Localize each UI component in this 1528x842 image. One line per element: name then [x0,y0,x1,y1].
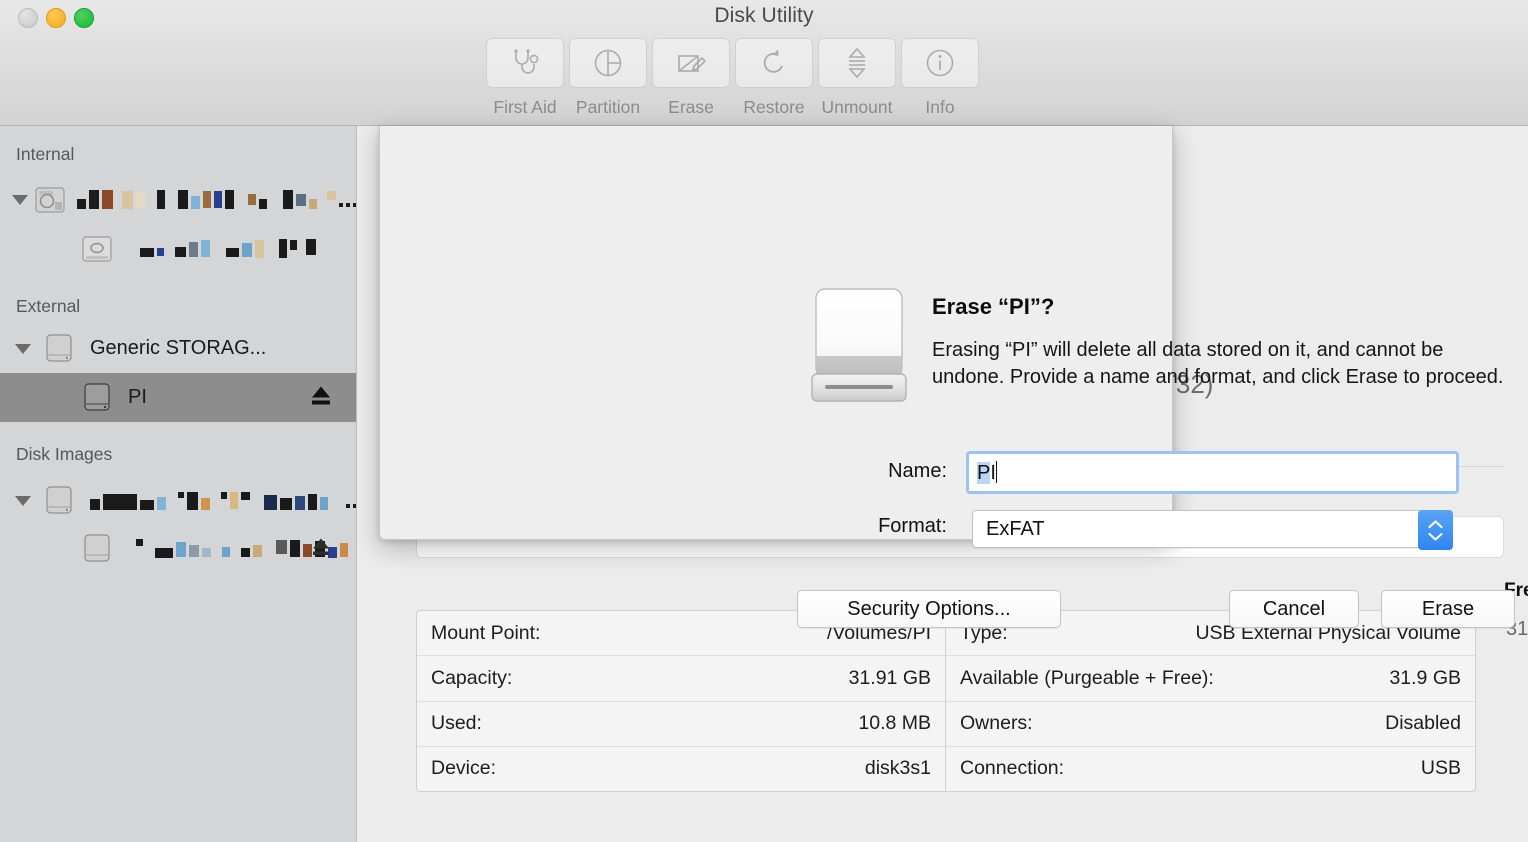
redacted-label [77,187,356,213]
toolbar-erase-label: Erase [668,97,714,117]
info-value: 31.91 GB [848,666,931,689]
stethoscope-icon [486,38,564,88]
chevron-down-icon[interactable] [8,194,33,205]
table-row: Device: disk3s1 [417,747,945,791]
dialog-title: Erase “PI”? [932,294,1055,319]
sidebar-section-external-header: External [16,296,81,316]
eject-icon[interactable] [309,535,333,562]
sidebar-item-internal-disk[interactable] [0,175,356,224]
info-value: disk3s1 [864,757,931,780]
pie-chart-icon [569,38,647,88]
erase-pencil-icon [652,38,730,88]
table-row: Owners: Disabled [946,702,1475,747]
toolbar-erase-button[interactable]: Erase [650,38,732,118]
info-key: Available (Purgeable + Free): [960,666,1214,689]
toolbar-first-aid-label: First Aid [493,97,557,117]
cancel-button[interactable]: Cancel [1229,590,1359,628]
disk-image-volume-icon [76,533,118,565]
name-input-value: PI [977,460,998,485]
sidebar-item-disk-image-volume[interactable] [0,524,356,573]
external-volume-icon [76,382,118,414]
main-toolbar: First Aid Partition Erase Restore Unmoun… [484,38,981,118]
sidebar-item-disk-image[interactable] [0,476,356,525]
name-field-label: Name: [888,460,947,482]
toolbar-unmount-button[interactable]: Unmount [816,38,898,118]
toolbar-restore-label: Restore [743,97,805,117]
sidebar-item-label: Generic STORAG... [90,337,267,359]
redacted-label [90,488,356,514]
undo-arrow-icon [735,38,813,88]
chevron-up-down-icon[interactable] [1418,510,1453,550]
info-key: Device: [431,757,497,780]
info-value: 10.8 MB [858,712,931,735]
external-drive-icon [809,286,910,408]
format-field-label: Format: [878,515,947,537]
info-key: Used: [431,712,482,735]
info-key: Capacity: [431,666,513,689]
internal-disk-icon [33,185,67,215]
toolbar-info-label: Info [925,97,955,117]
info-key: Mount Point: [431,621,541,644]
eject-icon[interactable] [309,384,333,411]
format-select[interactable]: ExFAT [972,510,1453,550]
sidebar-section-internal-header: Internal [16,144,75,164]
window-titlebar: Disk Utility First Aid Partition Erase R… [0,0,1528,126]
erase-sheet-dialog: Erase “PI”? Erasing “PI” will delete all… [379,126,1515,628]
sidebar-item-generic-storage[interactable]: Generic STORAG... [0,324,356,373]
eject-arrows-icon [818,38,896,88]
erase-button[interactable]: Erase [1381,590,1515,628]
disk-image-icon [38,485,80,517]
sidebar-section-disk-images-header: Disk Images [16,444,113,464]
sidebar-item-internal-volume[interactable] [0,224,356,273]
sidebar-item-label: PI [128,386,147,408]
redacted-label [140,236,316,262]
device-sidebar[interactable]: Internal External Generic STORAG... PI D… [0,126,357,842]
name-input[interactable]: PI [966,451,1459,494]
dialog-message: Erasing “PI” will delete all data stored… [932,339,1504,388]
toolbar-partition-button[interactable]: Partition [567,38,649,118]
toolbar-restore-button[interactable]: Restore [733,38,815,118]
external-disk-icon [38,333,80,365]
info-key: Owners: [960,712,1033,735]
info-value: 31.9 GB [1389,666,1461,689]
info-key: Connection: [960,757,1065,780]
security-options-button[interactable]: Security Options... [797,590,1061,628]
info-circle-icon [901,38,979,88]
toolbar-partition-label: Partition [575,97,641,117]
sidebar-item-pi[interactable]: PI [0,373,356,422]
table-row: Connection: USB [946,747,1475,791]
info-value: Disabled [1385,712,1461,735]
window-title: Disk Utility [714,4,814,27]
disk-utility-window: Disk Utility First Aid Partition Erase R… [0,0,1528,842]
erase-sheet-content: Erase “PI”? Erasing “PI” will delete all… [759,252,1528,666]
text-caret [995,460,998,483]
name-selected-text: P [977,461,991,484]
table-row: Used: 10.8 MB [417,702,945,747]
internal-volume-icon [76,234,118,264]
toolbar-info-button[interactable]: Info [899,38,981,118]
format-select-value: ExFAT [986,517,1045,540]
chevron-down-icon[interactable] [8,343,38,354]
toolbar-unmount-label: Unmount [821,97,893,117]
info-value: USB [1420,757,1461,780]
chevron-down-icon[interactable] [8,495,38,506]
toolbar-first-aid-button[interactable]: First Aid [484,38,566,118]
